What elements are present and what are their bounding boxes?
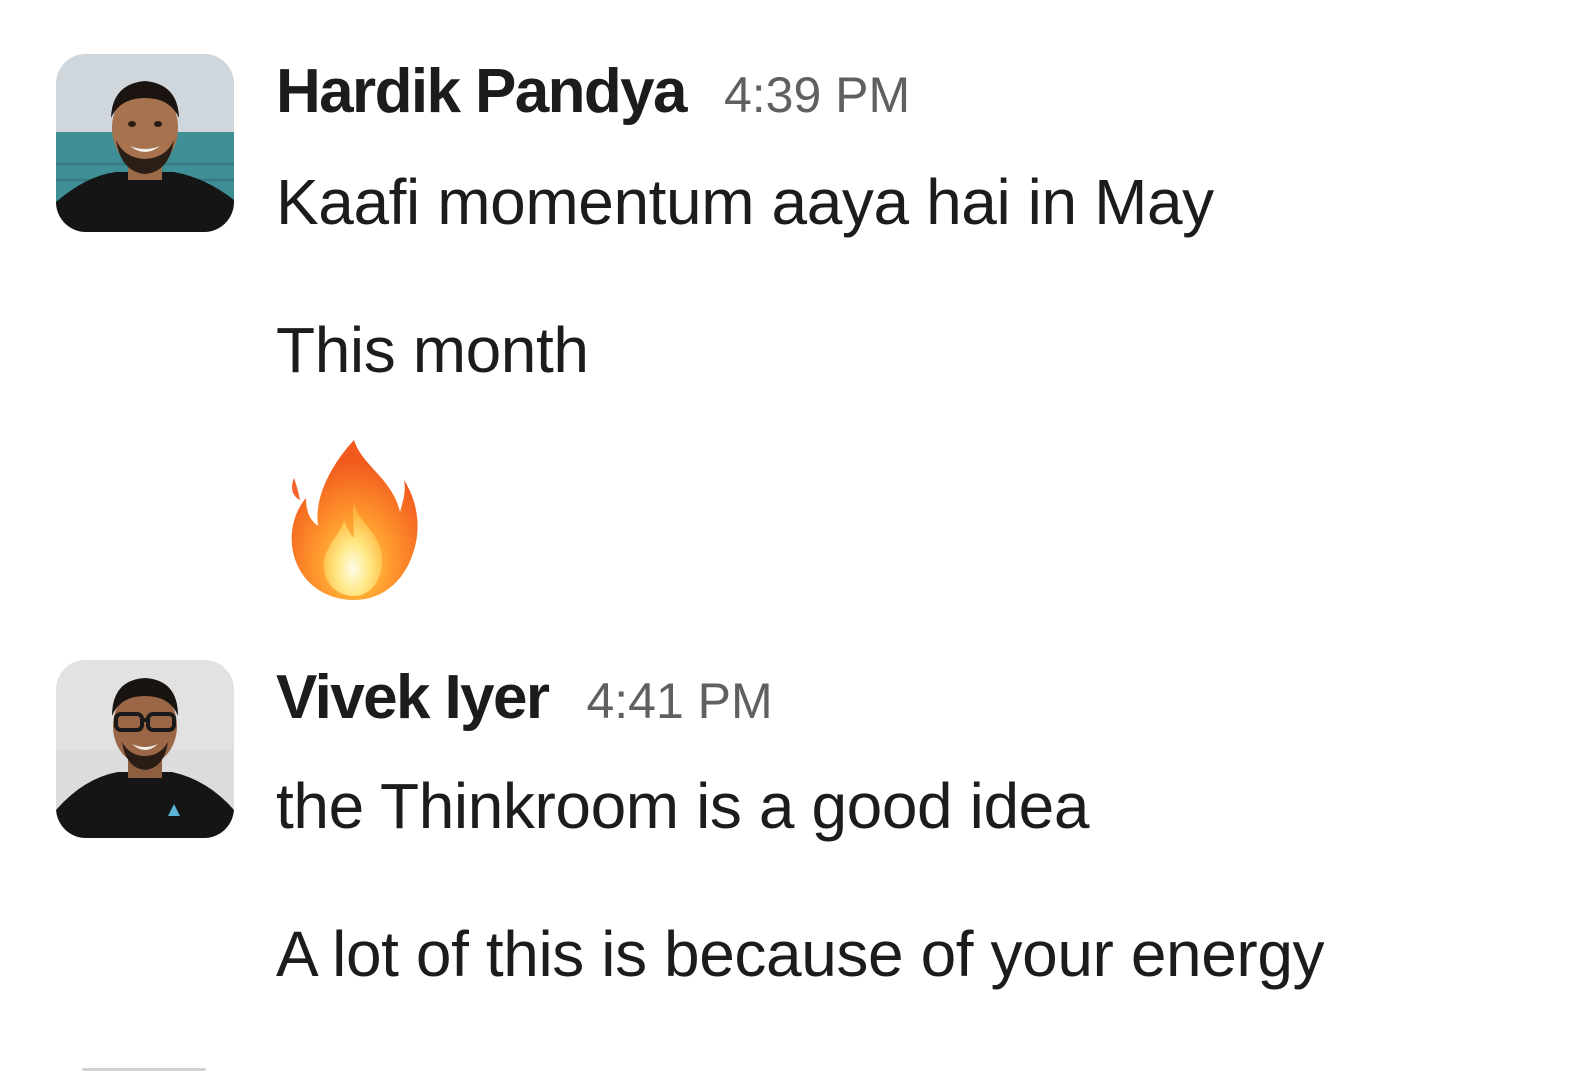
message-text: A lot of this is because of your energy [276,918,1325,990]
avatar-vivek-iyer[interactable] [56,660,234,838]
message-text: This month [276,314,589,386]
message-text: the Thinkroom is a good idea [276,770,1090,842]
avatar-hardik-pandya[interactable] [56,54,234,232]
avatar-photo-vivek [56,660,234,838]
fire-emoji-icon [288,438,420,602]
message-timestamp[interactable]: 4:39 PM [724,55,910,135]
message-header: Hardik Pandya 4:39 PM [276,52,910,132]
message-header: Vivek Iyer 4:41 PM [276,658,773,738]
avatar-photo-hardik [56,54,234,232]
sender-name[interactable]: Hardik Pandya [276,52,688,132]
sender-name[interactable]: Vivek Iyer [276,658,550,738]
message-text: Kaafi momentum aaya hai in May [276,166,1214,238]
next-message-edge [82,1068,206,1071]
message-timestamp[interactable]: 4:41 PM [586,661,772,741]
